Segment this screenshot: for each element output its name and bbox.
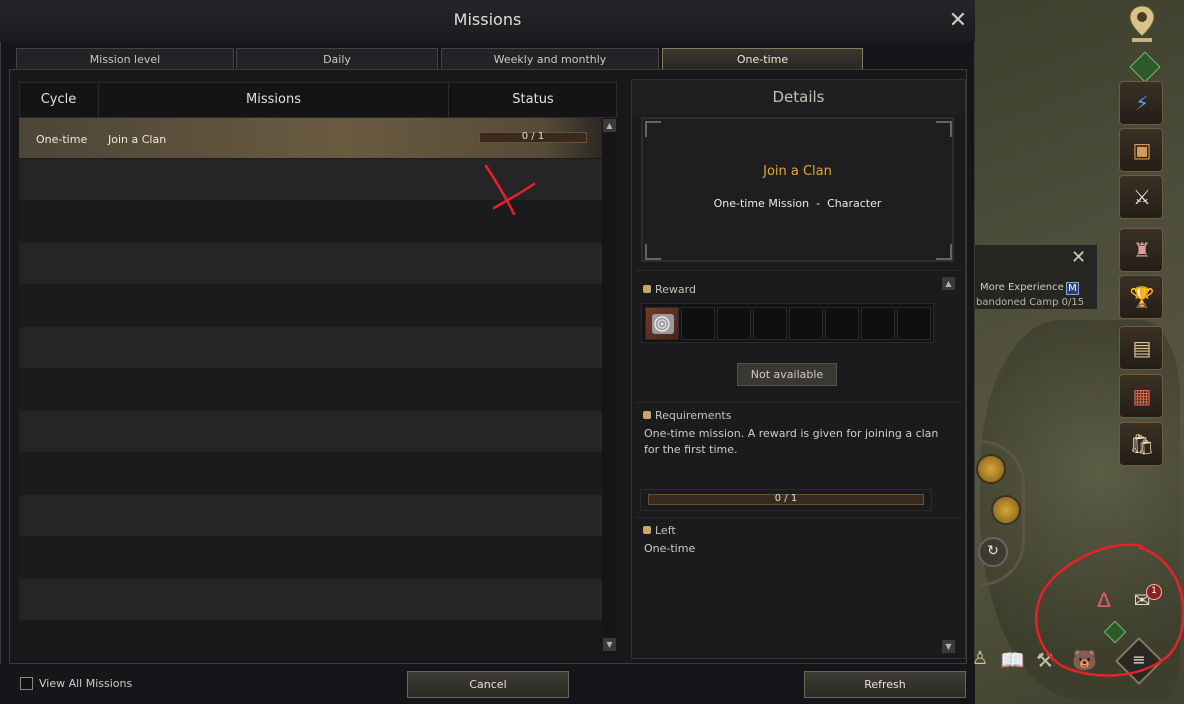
column-header-cycle: Cycle [19,82,99,118]
skill-fist-icon[interactable] [976,454,1006,484]
quest-popup-title: More Experience [980,282,1064,293]
annotation-x-mark [484,164,536,216]
ornament-corner-icon [936,244,952,260]
reward-empty-slot [753,307,787,340]
mission-type-text: One-time Mission [713,197,810,210]
left-label: Left [655,524,676,537]
shopping-bag-icon: 🛍 [1129,432,1155,456]
ornament-corner-icon [645,121,661,137]
trophy-icon: 🏆 [1129,285,1155,309]
chest-icon: ▣ [1132,138,1152,162]
reward-icon [643,285,651,293]
divider [636,517,962,518]
list-row-empty [19,243,602,284]
reward-section-label: Reward [643,283,696,296]
reward-empty-slot [897,307,931,340]
mission-type: One-time Mission - Character [641,197,954,210]
quest-popup-close-icon[interactable]: ✕ [1071,247,1086,268]
requirements-text: One-time mission. A reward is given for … [644,427,939,456]
column-header-missions: Missions [99,82,449,118]
reward-empty-slot [681,307,715,340]
tab-mission-level[interactable]: Mission level [16,48,234,70]
left-section-label: Left [643,524,676,537]
ornament-corner-icon [645,244,661,260]
reward-empty-slot [825,307,859,340]
left-value: One-time [644,542,696,555]
hud-button-box[interactable]: ▤ [1119,326,1163,370]
map-pin-icon[interactable] [1127,4,1157,44]
mission-row-progress-text: 0 / 1 [521,131,545,142]
skill-swap-icon[interactable]: ↻ [978,537,1008,567]
tab-weekly-and-monthly[interactable]: Weekly and monthly [441,48,659,70]
mission-type-separator: - [816,197,821,210]
list-scrollbar[interactable] [602,118,617,653]
requirements-label: Requirements [655,409,732,422]
list-row-empty [19,411,602,452]
hud-button-chest[interactable]: ▣ [1119,128,1163,172]
list-row-empty [19,327,602,368]
book-icon[interactable]: 📖 [1000,648,1030,676]
mission-summary-box [641,117,954,262]
requirements-icon [643,411,651,419]
scroll-up-icon[interactable]: ▲ [603,119,616,132]
close-button[interactable]: ✕ [944,8,972,36]
tab-one-time[interactable]: One-time [662,48,863,70]
annotation-circle [1035,543,1184,677]
mission-name: Join a Clan [763,164,832,179]
guild-icon: ♜ [1133,238,1151,262]
mission-row-name: Join a Clan [108,133,167,146]
hud-button-clock[interactable]: ⚔ [1119,175,1163,219]
lightning-icon: ⚡ [1134,91,1150,115]
tab-daily[interactable]: Daily [236,48,438,70]
hud-button-guild[interactable]: ♜ [1119,228,1163,272]
reward-empty-slot [717,307,751,340]
scroll-down-icon[interactable]: ▼ [603,638,616,651]
divider [636,402,962,403]
requirements-progress-text: 0 / 1 [774,493,798,504]
hud-button-treasure[interactable]: ▦ [1119,374,1163,418]
skill-bar-icon[interactable]: ♙ [972,648,994,676]
reward-empty-slot [789,307,823,340]
quest-popup-subtitle: bandoned Camp 0/15 [976,297,1085,308]
treasure-chest-icon: ▦ [1132,384,1152,408]
reward-item-slot[interactable] [645,307,679,340]
details-scroll-down-icon[interactable]: ▼ [942,640,955,653]
reward-label: Reward [655,283,696,296]
quest-popup-hotkey: M [1066,282,1079,295]
mission-row-cycle: One-time [36,133,88,146]
cancel-button[interactable]: Cancel [407,671,569,698]
hud-button-trophy[interactable]: 🏆 [1119,275,1163,319]
mission-category-text: Character [827,197,882,210]
details-scroll-up-icon[interactable]: ▲ [942,277,955,290]
clock-swords-icon: ⚔ [1133,185,1151,209]
window-title: Missions [453,10,522,29]
clock-icon [643,526,651,534]
ornament-corner-icon [936,121,952,137]
list-row-empty [19,579,602,620]
hud-button-shop[interactable]: 🛍 [1119,422,1163,466]
view-all-label[interactable]: View All Missions [39,677,132,690]
scroll-item-icon [652,314,674,334]
reward-empty-slot [861,307,895,340]
view-all-checkbox[interactable] [20,677,33,690]
column-header-status: Status [512,92,554,107]
hud-button-energy[interactable]: ⚡ [1119,81,1163,125]
claim-reward-button[interactable]: Not available [737,363,837,386]
list-row-empty [19,495,602,536]
refresh-button[interactable]: Refresh [804,671,966,698]
requirements-section-label: Requirements [643,409,731,422]
divider [636,270,962,271]
box-icon: ▤ [1132,336,1152,360]
details-title: Details [772,88,825,106]
skill-pointer-icon[interactable] [991,495,1021,525]
